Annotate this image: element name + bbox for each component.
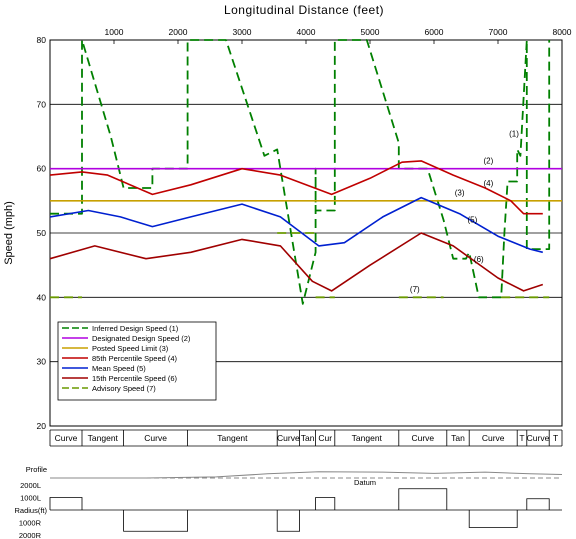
x-tick-label: 1000 [105, 27, 124, 37]
profile-line [50, 471, 563, 479]
y-tick-label: 80 [37, 35, 47, 45]
radius-block [315, 497, 336, 510]
legend: Inferred Design Speed (1)Designated Desi… [57, 321, 217, 401]
legend-entry-6: 15th Percentile Speed (6) [92, 374, 178, 383]
radius-block [468, 510, 518, 528]
x-tick-label: 7000 [489, 27, 508, 37]
speed-profile-chart: Longitudinal Distance (feet) Speed (mph)… [3, 3, 572, 539]
legend-entry-5: Mean Speed (5) [92, 364, 146, 373]
x-tick-label: 2000 [169, 27, 188, 37]
segment-label: Tangent [88, 433, 119, 443]
segment-label: Curve [482, 433, 505, 443]
y-tick-label: 20 [37, 421, 47, 431]
radius-tick-label: 1000R [19, 519, 42, 528]
series-label-7: (7) [410, 285, 420, 294]
y-tick-labels: 20 30 40 50 60 70 80 [37, 35, 47, 431]
radius-tick-label: 2000R [19, 531, 42, 539]
y-axis-label: Speed (mph) [3, 201, 15, 265]
segment-label: Curve [55, 433, 78, 443]
series-labels: (1) (2) (3) (4) (5) (6) (7) [410, 130, 519, 295]
x-tick-label: 3000 [233, 27, 252, 37]
series-label-2: (2) [484, 157, 494, 166]
series-label-4: (4) [484, 179, 494, 188]
y-tick-label: 40 [37, 292, 47, 302]
profile-label: Profile [26, 465, 47, 474]
radius-block [526, 498, 550, 510]
series-line-5 [49, 196, 543, 254]
legend-entry-2: Designated Design Speed (2) [92, 334, 191, 343]
segment-label: Curve [144, 433, 167, 443]
x-tick-labels: 1000 2000 3000 4000 5000 6000 7000 8000 [105, 27, 572, 37]
series-label-6: (6) [474, 255, 484, 264]
y-tick-label: 60 [37, 164, 47, 174]
radius-block [123, 510, 188, 532]
segment-label: T [553, 433, 558, 443]
segment-label: Curve [277, 433, 300, 443]
series-label-5: (5) [468, 216, 478, 225]
profile-panel: Profile Datum [26, 465, 563, 487]
series-lines [49, 39, 562, 305]
y-tick-label: 70 [37, 99, 47, 109]
segment-label: Tangent [352, 433, 383, 443]
chart-title: Longitudinal Distance (feet) [224, 3, 384, 17]
segment-label: T [519, 433, 524, 443]
y-tick-label: 30 [37, 357, 47, 367]
radius-tick-label: 2000L [20, 481, 41, 490]
radius-axis-label: Radius(ft) [14, 506, 47, 515]
x-tick-label: 4000 [297, 27, 316, 37]
segment-label: Tan [451, 433, 465, 443]
legend-entry-7: Advisory Speed (7) [92, 384, 156, 393]
radius-block [276, 510, 300, 532]
segment-label: Curve [527, 433, 550, 443]
segment-label: Tangent [217, 433, 248, 443]
radius-block [398, 488, 448, 510]
radius-block [49, 497, 83, 510]
radius-panel: 2000L 1000L 1000R 2000R Radius(ft) [14, 481, 562, 539]
legend-entry-1: Inferred Design Speed (1) [92, 324, 179, 333]
radius-tick-label: 1000L [20, 494, 41, 503]
x-tick-label: 5000 [361, 27, 380, 37]
series-label-3: (3) [455, 189, 465, 198]
y-tick-label: 50 [37, 228, 47, 238]
series-label-1: (1) [509, 130, 519, 139]
segment-label: Curve [411, 433, 434, 443]
segment-strip: Curve Tangent Curve Tangent Curve Tan Cur Tange… [49, 429, 563, 447]
segment-label: Cur [318, 433, 332, 443]
x-tick-label: 6000 [425, 27, 444, 37]
series-line-1 [50, 39, 551, 305]
x-tick-label: 8000 [553, 27, 572, 37]
datum-label: Datum [354, 478, 376, 487]
legend-entry-4: 85th Percentile Speed (4) [92, 354, 178, 363]
legend-entry-3: Posted Speed Limit (3) [92, 344, 169, 353]
segment-label: Tan [301, 433, 315, 443]
